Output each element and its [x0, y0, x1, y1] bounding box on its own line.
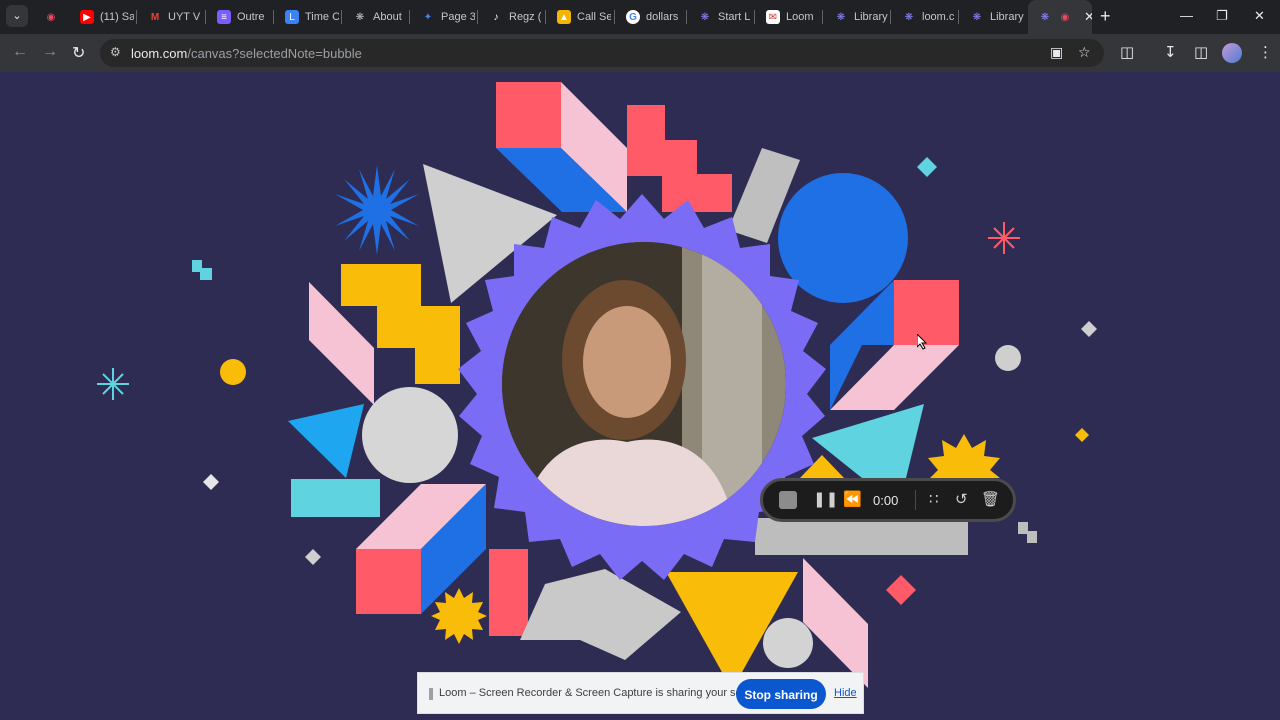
loom-icon: ❋ — [972, 11, 982, 23]
recording-icon: ◉ — [1060, 11, 1070, 23]
back-button[interactable]: ← — [12, 43, 28, 61]
youtube-icon: ▶ — [80, 10, 94, 24]
tab-search-button[interactable]: ⌄ — [6, 5, 28, 27]
browser-tab[interactable]: ▲ Call Se — [547, 0, 611, 34]
browser-tab[interactable]: ◉ — [34, 0, 64, 34]
tab-title: Call Se — [577, 11, 611, 23]
new-tab-button[interactable]: + — [1100, 6, 1111, 27]
tab-title: Page 3 — [441, 11, 475, 23]
browser-tab[interactable]: ❋ About — [343, 0, 407, 34]
browser-tab[interactable]: ❋ loom.c — [892, 0, 956, 34]
extensions-icon[interactable]: ◫ — [1120, 43, 1134, 61]
globe-icon: ❋ — [355, 11, 365, 23]
loom-icon: ❋ — [904, 11, 914, 23]
page-icon: ✦ — [423, 11, 433, 23]
loom-canvas: ❚❚ ⏪ 0:00 ∷ ↺ 🗑 — [0, 72, 1280, 720]
tab-title: loom.c — [922, 11, 955, 23]
bookmark-star-icon[interactable]: ☆ — [1078, 44, 1091, 61]
browser-tab[interactable]: L Time C — [275, 0, 339, 34]
google-icon: G — [626, 10, 640, 24]
tab-title: Library — [854, 11, 888, 23]
profile-avatar[interactable] — [1222, 43, 1242, 63]
browser-tab[interactable]: G dollars — [616, 0, 684, 34]
menu-icon[interactable]: ⋮ — [1258, 43, 1273, 61]
trash-icon[interactable]: 🗑 — [981, 490, 1000, 508]
tab-title: UYT V — [168, 11, 201, 23]
browser-tab[interactable]: ♪ Regz ( — [479, 0, 543, 34]
divider — [915, 490, 916, 510]
mouse-cursor-icon — [917, 334, 928, 350]
stop-sharing-button[interactable]: Stop sharing — [736, 679, 826, 709]
download-icon[interactable]: ↧ — [1164, 43, 1177, 61]
site-info-icon[interactable]: ⚙ — [110, 45, 124, 59]
browser-tab[interactable]: ▶ (11) Sa — [70, 0, 134, 34]
close-tab-icon[interactable]: ✕ — [1084, 9, 1092, 25]
url-text: loom.com/canvas?selectedNote=bubble — [131, 46, 362, 61]
loom-icon: ❋ — [836, 11, 846, 23]
browser-tab[interactable]: ❋ Library — [960, 0, 1024, 34]
tab-title: About — [373, 11, 402, 23]
tab-title: Time C — [305, 11, 339, 23]
restart-icon[interactable]: ↺ — [955, 490, 968, 508]
camera-icon[interactable]: ▣ — [1050, 44, 1063, 61]
pause-icon[interactable]: ❚❚ — [813, 490, 838, 508]
clock-icon: L — [285, 10, 299, 24]
calendar-icon: ▲ — [557, 10, 571, 24]
loom-record-icon: ◉ — [46, 11, 56, 23]
browser-tab[interactable]: ❋ Start L — [688, 0, 752, 34]
loom-icon: ❋ — [700, 11, 710, 23]
gmail-icon: M — [150, 11, 160, 23]
tiktok-icon: ♪ — [493, 11, 499, 23]
screen-sharing-bar: ❚ Loom – Screen Recorder & Screen Captur… — [417, 672, 864, 714]
rewind-icon[interactable]: ⏪ — [843, 490, 862, 508]
webcam-bubble[interactable] — [502, 242, 786, 526]
tab-title: dollars — [646, 11, 679, 23]
browser-tab[interactable]: ≡ Outre — [207, 0, 271, 34]
sharing-message: Loom – Screen Recorder & Screen Capture … — [439, 687, 767, 699]
recording-timer: 0:00 — [873, 493, 899, 508]
forward-button[interactable]: → — [42, 43, 58, 61]
reload-button[interactable]: ↻ — [72, 43, 85, 63]
address-bar[interactable]: ⚙ loom.com/canvas?selectedNote=bubble ▣ … — [100, 39, 1104, 67]
recording-control-bar: ❚❚ ⏪ 0:00 ∷ ↺ 🗑 — [760, 478, 1016, 522]
drag-grip-icon[interactable]: ❚ — [426, 686, 436, 700]
browser-tab[interactable]: ✦ Page 3 — [411, 0, 475, 34]
mail-icon: ✉ — [766, 10, 780, 24]
close-window-icon[interactable]: ✕ — [1254, 8, 1265, 24]
tab-title: Regz ( — [509, 11, 542, 23]
loom-icon: ❋ — [1040, 11, 1050, 23]
tab-title: Start L — [718, 11, 751, 23]
drag-handle-icon[interactable]: ∷ — [929, 490, 939, 508]
webcam-person — [502, 242, 786, 526]
browser-tab[interactable]: M UYT V — [138, 0, 202, 34]
tab-title: Library — [990, 11, 1024, 23]
side-panel-icon[interactable]: ◫ — [1194, 43, 1208, 61]
minimize-icon[interactable]: — — [1180, 8, 1193, 23]
tab-title: (11) Sa — [100, 11, 134, 23]
tab-strip: ⌄ ◉ ▶ (11) Sa M UYT V ≡ Outre L Time C ❋… — [0, 0, 1280, 34]
list-icon: ≡ — [217, 10, 231, 24]
restore-icon[interactable]: ❐ — [1216, 8, 1228, 24]
browser-tab-active[interactable]: ❋ ◉ ✕ — [1028, 0, 1092, 34]
tab-title: Loom — [786, 11, 814, 23]
stop-recording-button[interactable] — [779, 491, 797, 509]
browser-tab[interactable]: ✉ Loom — [756, 0, 820, 34]
tab-title: Outre — [237, 11, 265, 23]
browser-tab[interactable]: ❋ Library — [824, 0, 888, 34]
hide-link[interactable]: Hide — [834, 687, 857, 699]
browser-toolbar: ← → ↻ ⚙ loom.com/canvas?selectedNote=bub… — [0, 34, 1280, 72]
